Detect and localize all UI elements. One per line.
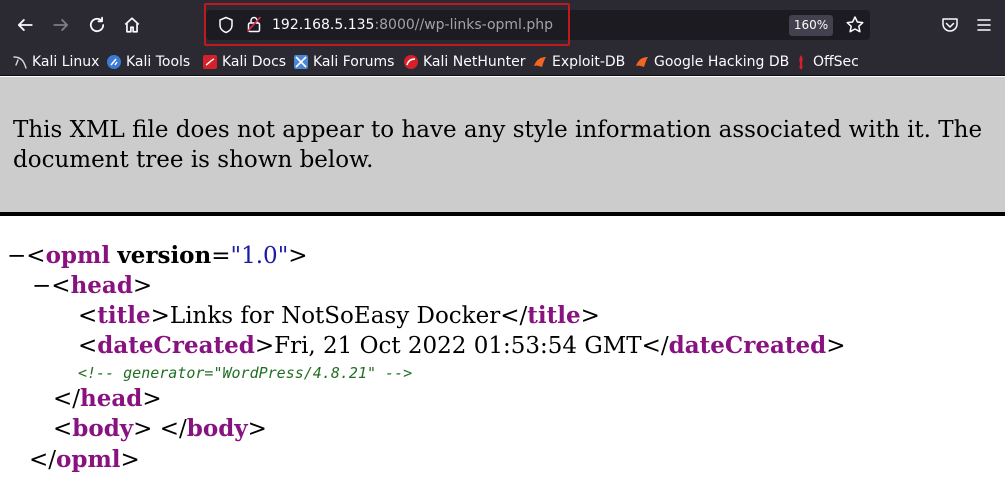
xml-attr-version: version: [117, 242, 212, 269]
xml-tag-body: body: [72, 415, 134, 442]
xml-attr-version-value: "1.0": [230, 243, 289, 269]
bookmark-label: Kali Forums: [313, 54, 395, 70]
xml-style-info-banner: This XML file does not appear to have an…: [0, 77, 1005, 213]
back-arrow-icon[interactable]: [12, 12, 38, 38]
kali-docs-icon: [202, 54, 218, 70]
bookmark-label: Kali Linux: [32, 54, 100, 70]
pocket-icon[interactable]: [940, 15, 960, 35]
bookmark-label: Google Hacking DB: [654, 54, 790, 70]
xml-line-body: <body> </body>: [53, 415, 267, 442]
xml-line-head-open: −<head>: [32, 272, 153, 299]
bookmark-exploit-db[interactable]: Exploit-DB: [532, 52, 625, 72]
bookmark-kali-tools[interactable]: Kali Tools: [106, 52, 190, 72]
forward-arrow-icon[interactable]: [48, 12, 74, 38]
xml-tag-datecreated-close: dateCreated: [668, 332, 827, 359]
insecure-lock-icon[interactable]: [246, 15, 262, 33]
nethunter-icon: [403, 54, 419, 70]
ghdb-icon: [634, 54, 650, 70]
xml-line-opml-open: −<opml version="1.0">: [7, 242, 308, 269]
xml-style-info-message: This XML file does not appear to have an…: [13, 117, 983, 173]
xml-tag-title: title: [97, 302, 151, 329]
xml-tag-body-close: body: [186, 415, 248, 442]
kali-tools-icon: [106, 54, 122, 70]
xml-tag-opml-close: opml: [56, 446, 121, 473]
collapse-toggle-opml[interactable]: −: [7, 243, 26, 269]
collapse-toggle-head[interactable]: −: [32, 273, 51, 299]
bookmark-google-hacking-db[interactable]: Google Hacking DB: [634, 52, 789, 72]
bookmark-kali-docs[interactable]: Kali Docs: [202, 52, 286, 72]
xml-info-divider: [0, 212, 1005, 216]
xml-tag-title-close: title: [527, 302, 581, 329]
bookmarks-toolbar: Kali Linux Kali Tools Kali Docs Kali For…: [0, 48, 1005, 76]
hamburger-menu-icon[interactable]: [974, 15, 994, 35]
offsec-icon: [793, 54, 809, 70]
reload-icon[interactable]: [84, 12, 110, 38]
bookmark-offsec[interactable]: OffSec: [793, 52, 859, 72]
kali-forums-icon: [293, 54, 309, 70]
url-text[interactable]: 192.168.5.135:8000//wp-links-opml.php: [272, 16, 553, 34]
bookmark-label: Kali Tools: [126, 54, 191, 70]
xml-line-head-close: </head>: [53, 385, 162, 412]
bookmark-label: Kali NetHunter: [423, 54, 526, 70]
xml-comment-generator: <!-- generator="WordPress/4.8.21" -->: [78, 364, 413, 382]
xml-tag-datecreated: dateCreated: [97, 332, 255, 359]
xml-line-datecreated: <dateCreated>Fri, 21 Oct 2022 01:53:54 G…: [78, 332, 846, 359]
kali-dragon-icon: [12, 54, 28, 70]
xml-datecreated-text: Fri, 21 Oct 2022 01:53:54 GMT: [274, 333, 642, 359]
xml-tag-head: head: [70, 272, 133, 299]
exploit-db-icon: [532, 54, 548, 70]
home-icon[interactable]: [119, 12, 145, 38]
bookmark-label: Exploit-DB: [552, 54, 626, 70]
zoom-level-badge[interactable]: 160%: [789, 15, 833, 36]
bookmark-star-icon[interactable]: [845, 15, 865, 35]
xml-title-text: Links for NotSoEasy Docker: [169, 303, 501, 329]
url-path: :8000//wp-links-opml.php: [374, 17, 554, 33]
url-host: 192.168.5.135: [272, 17, 375, 33]
bookmark-label: OffSec: [813, 54, 859, 70]
xml-line-title: <title>Links for NotSoEasy Docker</title…: [78, 302, 600, 329]
bookmark-label: Kali Docs: [222, 54, 287, 70]
tracking-shield-icon[interactable]: [218, 16, 234, 34]
xml-tag-opml: opml: [45, 242, 111, 269]
browser-toolbar: 192.168.5.135:8000//wp-links-opml.php 16…: [0, 0, 1005, 48]
bookmark-kali-forums[interactable]: Kali Forums: [293, 52, 394, 72]
xml-tag-head-close: head: [80, 385, 143, 412]
bookmark-kali-linux[interactable]: Kali Linux: [12, 52, 99, 72]
bookmark-kali-nethunter[interactable]: Kali NetHunter: [403, 52, 525, 72]
xml-line-opml-close: </opml>: [29, 446, 140, 473]
